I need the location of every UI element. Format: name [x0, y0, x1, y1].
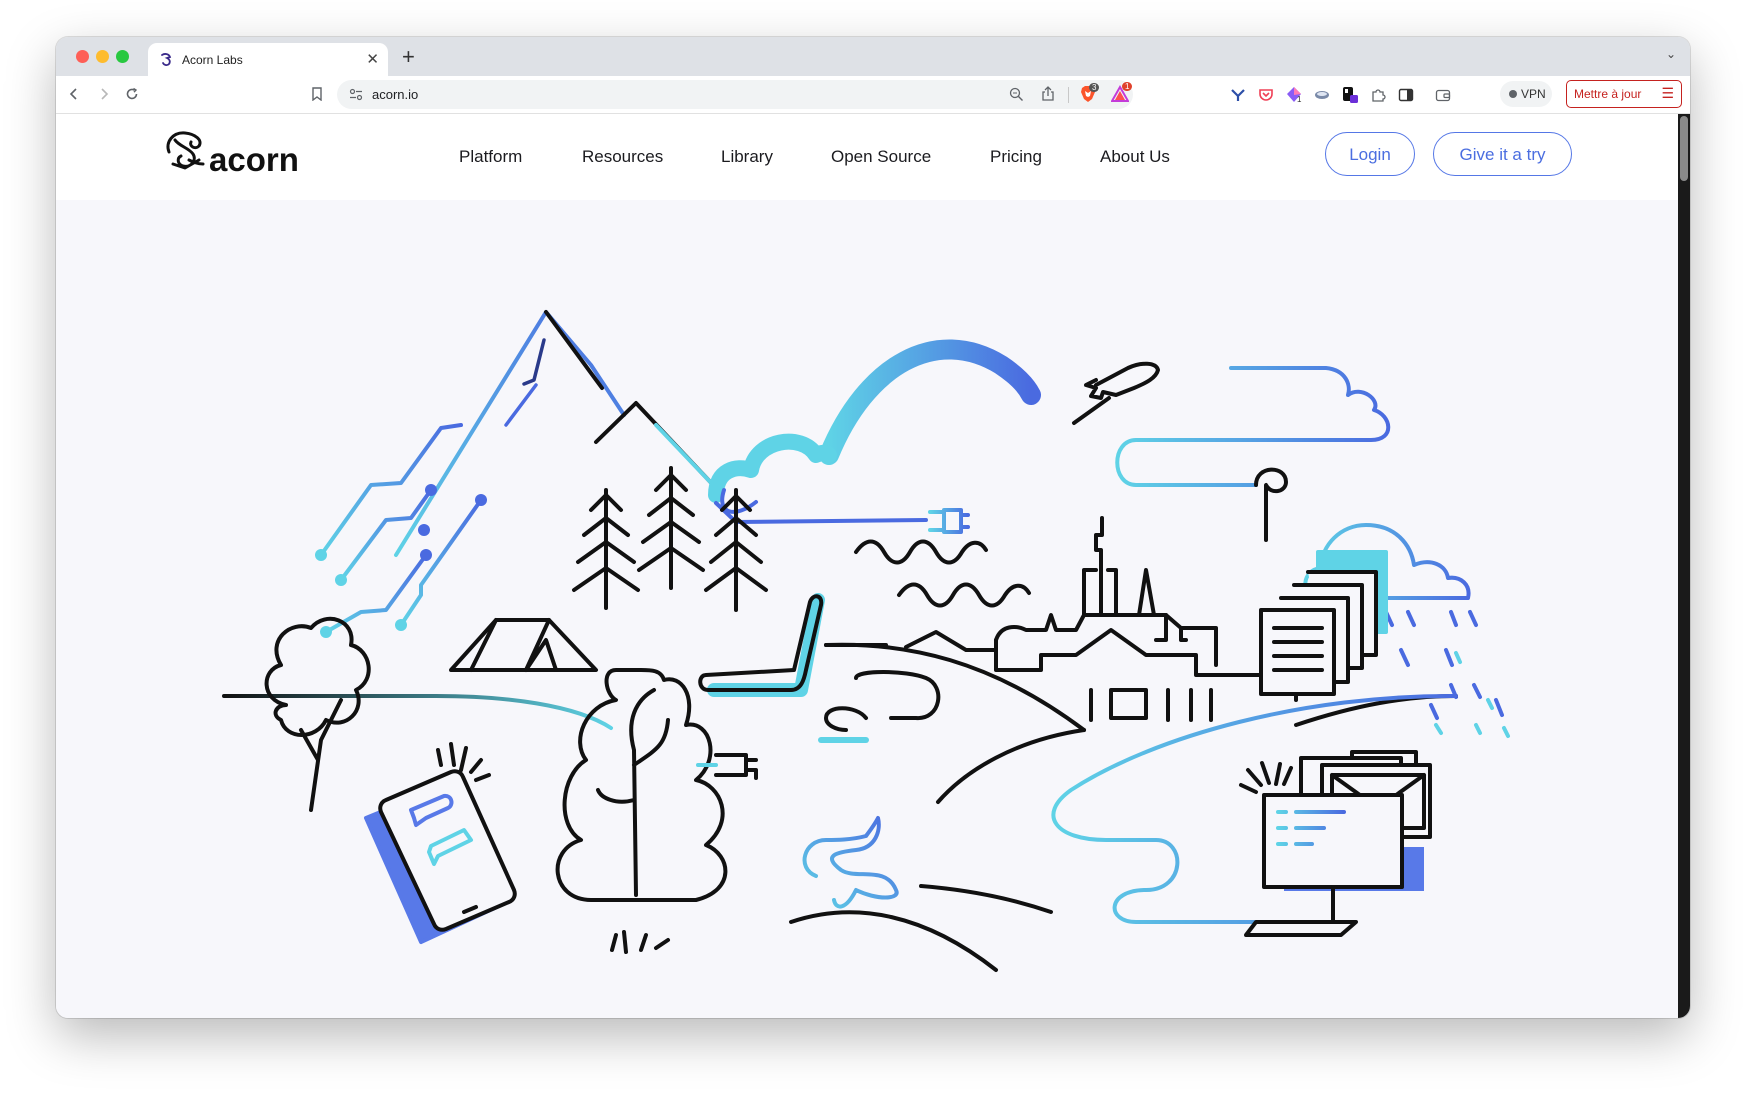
sidebar-toggle-button[interactable] — [1396, 85, 1415, 104]
cloud-outline-drawing — [1115, 366, 1391, 542]
bookmark-button[interactable] — [306, 83, 328, 105]
mountain-drawing — [394, 310, 718, 557]
nav-open-source[interactable]: Open Source — [831, 147, 931, 167]
reload-icon — [126, 87, 138, 100]
nav-about-us[interactable]: About Us — [1100, 147, 1170, 167]
airplane-drawing — [1072, 361, 1160, 425]
update-button[interactable]: Mettre à jour ☰ — [1566, 80, 1682, 108]
site-header: acorn Platform Resources Library Open So… — [56, 114, 1678, 200]
page-content: acorn Platform Resources Library Open So… — [56, 114, 1678, 1018]
address-bar[interactable]: acorn.io 3 1 — [337, 80, 1133, 109]
round-tree-drawing — [264, 616, 371, 812]
computer-email-drawing — [1239, 750, 1432, 937]
browser-toolbar: acorn.io 3 1 1 VPN Mettre à jour ☰ — [56, 76, 1690, 114]
vpn-label: VPN — [1521, 87, 1546, 101]
pocket-button[interactable] — [1256, 85, 1275, 104]
logo-wordmark: acorn — [209, 141, 299, 178]
y-extension-icon — [1230, 88, 1245, 101]
pocket-icon — [1258, 88, 1273, 101]
nav-pricing[interactable]: Pricing — [990, 147, 1042, 167]
laptop-drawing — [698, 593, 941, 743]
close-tab-icon[interactable]: ✕ — [366, 50, 379, 68]
waves-drawing — [854, 539, 1031, 608]
gem-count-badge: 1 — [1297, 95, 1302, 104]
rewards-count-badge: 1 — [1122, 82, 1133, 91]
share-icon[interactable] — [1041, 86, 1055, 102]
site-settings-icon[interactable] — [349, 88, 363, 101]
puzzle-piece-icon — [1371, 88, 1386, 102]
vpn-button[interactable]: VPN — [1500, 81, 1552, 107]
page-scrollbar[interactable] — [1678, 114, 1690, 1018]
zoom-icon[interactable] — [1009, 87, 1024, 102]
brave-rewards-button[interactable]: 1 — [1110, 82, 1133, 105]
nav-platform[interactable]: Platform — [459, 147, 522, 167]
forward-arrow-icon — [101, 88, 109, 100]
tab-acorn-labs[interactable]: Acorn Labs ✕ — [148, 43, 388, 76]
pine-trees-drawing — [572, 466, 768, 612]
cloud-extension-icon — [1314, 90, 1329, 99]
sidebar-icon — [1398, 88, 1413, 101]
nav-resources[interactable]: Resources — [582, 147, 663, 167]
extension-y-button[interactable] — [1228, 85, 1247, 104]
tab-search-chevron-icon[interactable]: ⌄ — [1666, 47, 1676, 61]
nav-library[interactable]: Library — [721, 147, 773, 167]
hero-illustration — [222, 310, 1510, 972]
device-extension-icon — [1342, 86, 1358, 103]
tent-drawing — [449, 618, 598, 672]
acorn-logo[interactable]: acorn — [163, 124, 323, 189]
cloud-swoosh-drawing — [708, 339, 1041, 534]
cloud-extension-button[interactable] — [1312, 85, 1331, 104]
browser-window: Acorn Labs ✕ + ⌄ acorn.io 3 1 1 VPN Mett… — [56, 37, 1690, 1018]
wallet-button[interactable] — [1433, 85, 1452, 104]
bookmark-icon — [312, 87, 322, 101]
brave-shields-button[interactable]: 3 — [1079, 83, 1100, 105]
back-arrow-icon — [69, 88, 77, 100]
acorn-squirrel-logo-icon: acorn — [166, 131, 299, 178]
login-button[interactable]: Login — [1325, 132, 1415, 176]
new-tab-button[interactable]: + — [402, 44, 415, 70]
document-stack-drawing — [1259, 550, 1388, 696]
url-text: acorn.io — [372, 87, 419, 102]
wallet-icon — [1435, 89, 1450, 101]
tall-tree-drawing — [555, 668, 758, 954]
acorn-favicon-icon — [161, 53, 172, 66]
tab-strip: Acorn Labs ✕ + ⌄ — [56, 37, 1690, 76]
hamburger-menu-icon: ☰ — [1661, 85, 1674, 101]
update-label: Mettre à jour — [1574, 87, 1642, 101]
give-it-a-try-button[interactable]: Give it a try — [1433, 132, 1572, 176]
phone-drawing — [364, 742, 517, 944]
extensions-button[interactable] — [1368, 85, 1387, 104]
back-button[interactable] — [63, 83, 85, 105]
circuit-dots — [315, 484, 487, 638]
gameboy-extension-button[interactable] — [1340, 85, 1359, 104]
scrollbar-thumb[interactable] — [1680, 116, 1688, 181]
close-window-button[interactable] — [76, 50, 89, 63]
brave-count-badge: 3 — [1089, 83, 1100, 92]
vpn-status-dot — [1509, 90, 1517, 98]
squirrel-mascot-drawing — [802, 816, 899, 909]
forward-button[interactable] — [93, 83, 115, 105]
maximize-window-button[interactable] — [116, 50, 129, 63]
crystal-extension-button[interactable]: 1 — [1284, 85, 1303, 104]
reload-button[interactable] — [121, 83, 143, 105]
minimize-window-button[interactable] — [96, 50, 109, 63]
tab-title: Acorn Labs — [182, 53, 243, 67]
